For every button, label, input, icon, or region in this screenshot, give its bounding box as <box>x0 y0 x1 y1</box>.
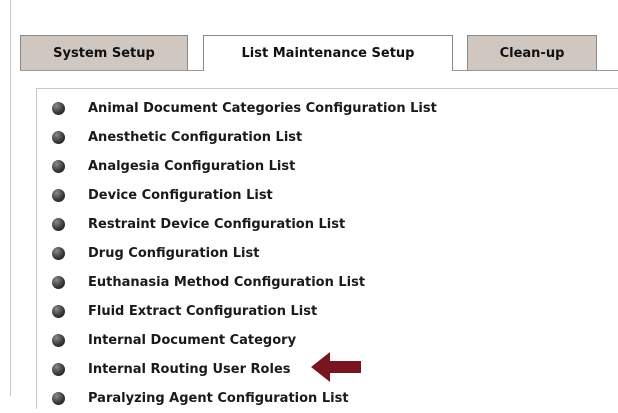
list-item-animal-document-categories[interactable]: Animal Document Categories Configuration… <box>49 94 437 123</box>
bullet-icon <box>52 276 65 289</box>
list-item-device[interactable]: Device Configuration List <box>49 181 437 210</box>
list-item-anesthetic[interactable]: Anesthetic Configuration List <box>49 123 437 152</box>
bullet-icon <box>52 189 65 202</box>
list-item-label: Euthanasia Method Configuration List <box>88 275 366 290</box>
list-item-label: Internal Routing User Roles <box>88 362 291 377</box>
bullet-icon <box>52 247 65 260</box>
tab-bar: System Setup List Maintenance Setup Clea… <box>0 0 618 90</box>
bullet-icon <box>52 218 65 231</box>
bullet-icon <box>52 305 65 318</box>
list-item-internal-document-category[interactable]: Internal Document Category <box>49 326 437 355</box>
tab-system-setup[interactable]: System Setup <box>20 35 188 70</box>
list-item-restraint-device[interactable]: Restraint Device Configuration List <box>49 210 437 239</box>
list-item-label: Paralyzing Agent Configuration List <box>88 391 349 406</box>
list-item-label: Drug Configuration List <box>88 246 260 261</box>
tab-list-maintenance-setup[interactable]: List Maintenance Setup <box>203 35 453 71</box>
left-arrow-icon <box>311 352 361 382</box>
bullet-icon <box>52 363 65 376</box>
list-item-drug[interactable]: Drug Configuration List <box>49 239 437 268</box>
list-item-label: Fluid Extract Configuration List <box>88 304 318 319</box>
list-item-fluid-extract[interactable]: Fluid Extract Configuration List <box>49 297 437 326</box>
bullet-icon <box>52 334 65 347</box>
list-item-label: Anesthetic Configuration List <box>88 130 303 145</box>
list-item-internal-routing-user-roles[interactable]: Internal Routing User Roles <box>49 355 437 384</box>
list-item-label: Analgesia Configuration List <box>88 159 296 174</box>
list-item-label: Device Configuration List <box>88 188 273 203</box>
bullet-icon <box>52 160 65 173</box>
list-item-label: Animal Document Categories Configuration… <box>88 101 437 116</box>
list-item-label: Internal Document Category <box>88 333 297 348</box>
configuration-list: Animal Document Categories Configuration… <box>49 94 437 413</box>
list-item-analgesia[interactable]: Analgesia Configuration List <box>49 152 437 181</box>
tab-clean-up[interactable]: Clean-up <box>467 35 597 70</box>
bullet-icon <box>52 102 65 115</box>
list-item-euthanasia-method[interactable]: Euthanasia Method Configuration List <box>49 268 437 297</box>
bullet-icon <box>52 131 65 144</box>
list-item-paralyzing-agent[interactable]: Paralyzing Agent Configuration List <box>49 384 437 413</box>
bullet-icon <box>52 392 65 405</box>
list-item-label: Restraint Device Configuration List <box>88 217 346 232</box>
